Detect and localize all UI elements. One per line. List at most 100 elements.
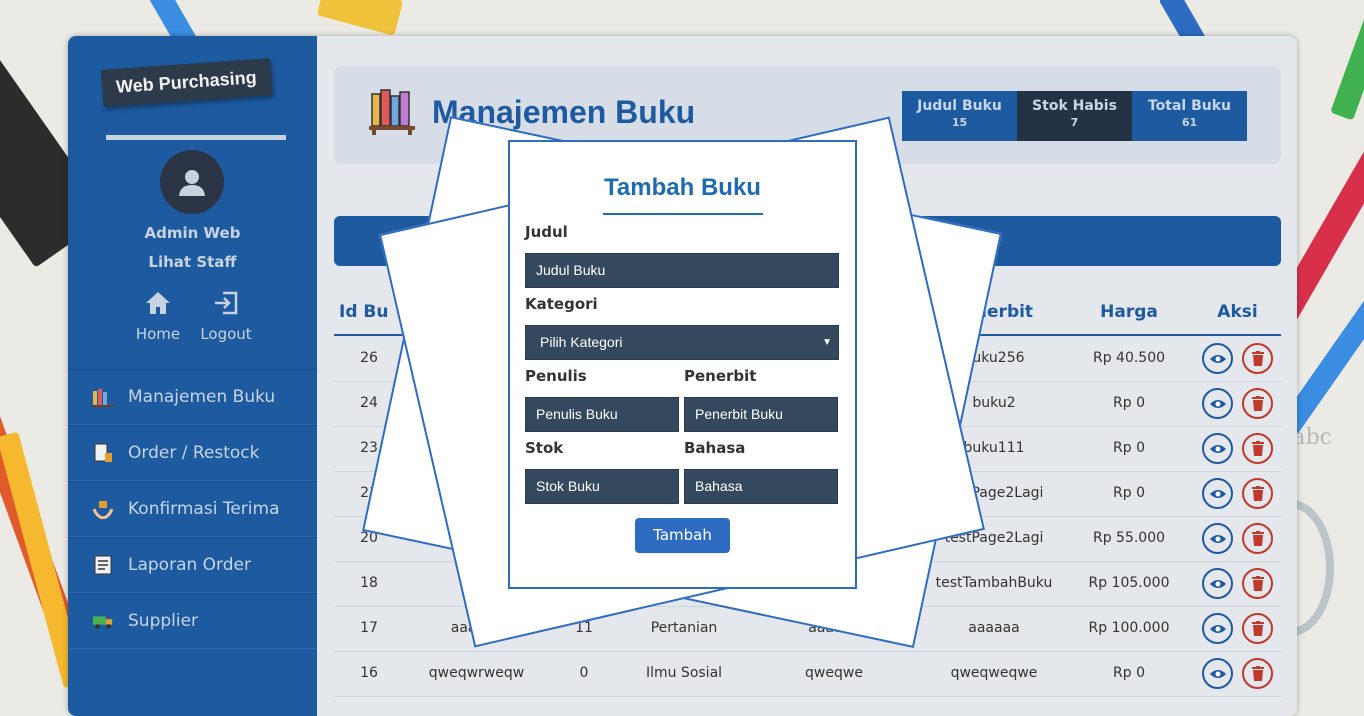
view-button[interactable] xyxy=(1202,433,1233,464)
trash-icon xyxy=(1251,441,1264,456)
stok-label: Stok xyxy=(525,439,564,457)
trash-icon xyxy=(1251,531,1264,546)
hand-box-icon xyxy=(92,498,114,520)
view-button[interactable] xyxy=(1202,568,1233,599)
cell-harga: Rp 0 xyxy=(1113,485,1145,501)
delete-button[interactable] xyxy=(1242,343,1273,374)
eye-icon xyxy=(1209,534,1226,543)
sidebar-item-order-restock[interactable]: Order / Restock xyxy=(68,425,317,481)
view-button[interactable] xyxy=(1202,343,1233,374)
stat-label: Judul Buku xyxy=(917,98,1002,114)
cell-harga: Rp 0 xyxy=(1113,395,1145,411)
cell-kategori: Pertanian xyxy=(650,620,718,636)
cell-harga: Rp 105.000 xyxy=(1088,575,1170,591)
delete-button[interactable] xyxy=(1242,433,1273,464)
kategori-select[interactable]: Pilih Kategori ▼ xyxy=(525,325,839,360)
cell-id: 17 xyxy=(360,620,378,636)
cell-harga: Rp 100.000 xyxy=(1088,620,1170,636)
delete-button[interactable] xyxy=(1242,568,1273,599)
sidebar-item-label: Laporan Order xyxy=(128,555,251,575)
cell-harga: Rp 0 xyxy=(1113,665,1145,681)
bahasa-input[interactable]: Bahasa xyxy=(684,469,838,504)
books-icon xyxy=(92,386,114,408)
eye-icon xyxy=(1209,579,1226,588)
view-button[interactable] xyxy=(1202,613,1233,644)
brand-logo: Web Purchasing xyxy=(100,58,272,107)
kategori-selected-value: Pilih Kategori xyxy=(540,334,623,350)
stok-input[interactable]: Stok Buku xyxy=(525,469,679,504)
sidebar-item-konfirmasi-terima[interactable]: Konfirmasi Terima xyxy=(68,481,317,537)
background-text: abc xyxy=(1292,425,1332,450)
cell-harga: Rp 0 xyxy=(1113,440,1145,456)
eye-icon xyxy=(1209,489,1226,498)
delete-button[interactable] xyxy=(1242,523,1273,554)
trash-icon xyxy=(1251,486,1264,501)
column-header-aksi: Aksi xyxy=(1217,302,1258,322)
judul-label: Judul xyxy=(525,223,568,241)
penulis-input[interactable]: Penulis Buku xyxy=(525,397,679,432)
stat-total-buku: Total Buku 61 xyxy=(1132,91,1247,141)
title-underline xyxy=(603,213,763,215)
table-row: 16 qweqwrweqw 0 Ilmu Sosial qweqwe qweqweqwe R… xyxy=(334,651,1281,697)
cell-id: 16 xyxy=(360,665,378,681)
trash-icon xyxy=(1251,621,1264,636)
delete-button[interactable] xyxy=(1242,658,1273,689)
view-button[interactable] xyxy=(1202,523,1233,554)
view-button[interactable] xyxy=(1202,478,1233,509)
sidebar-item-label: Konfirmasi Terima xyxy=(128,499,280,519)
user-icon xyxy=(179,170,205,196)
eye-icon xyxy=(1209,669,1226,678)
cell-judul: qweqwrweqw xyxy=(428,665,525,681)
truck-icon xyxy=(92,610,114,632)
trash-icon xyxy=(1251,396,1264,411)
order-icon xyxy=(92,442,114,464)
books-icon xyxy=(369,89,415,135)
cell-penulis: qweqwe xyxy=(805,665,863,681)
cell-harga: Rp 55.000 xyxy=(1092,530,1166,546)
view-button[interactable] xyxy=(1202,388,1233,419)
column-header-id: Id Bu xyxy=(339,302,389,322)
logout-button[interactable]: Logout xyxy=(186,291,266,343)
user-name: Admin Web xyxy=(144,224,241,242)
tambah-button[interactable]: Tambah xyxy=(635,518,730,553)
judul-input[interactable]: Judul Buku xyxy=(525,253,839,288)
stat-value: 7 xyxy=(1070,116,1079,129)
brand-divider xyxy=(106,135,286,140)
sidebar-item-label: Supplier xyxy=(128,611,199,631)
report-icon xyxy=(92,554,114,576)
kategori-label: Kategori xyxy=(525,295,598,313)
eye-icon xyxy=(1209,444,1226,453)
sidebar-item-label: Order / Restock xyxy=(128,443,260,463)
user-role-link[interactable]: Lihat Staff xyxy=(68,253,317,271)
trash-icon xyxy=(1251,666,1264,681)
cell-penerbit: aaaaaa xyxy=(968,620,1020,636)
chevron-down-icon: ▼ xyxy=(822,337,832,348)
sidebar-item-supplier[interactable]: Supplier xyxy=(68,593,317,649)
cell-id: 18 xyxy=(360,575,378,591)
delete-button[interactable] xyxy=(1242,388,1273,419)
delete-button[interactable] xyxy=(1242,478,1273,509)
eye-icon xyxy=(1209,399,1226,408)
stat-label: Total Buku xyxy=(1147,98,1232,114)
sidebar: Web Purchasing Admin Web Lihat Staff Hom… xyxy=(68,36,317,716)
delete-button[interactable] xyxy=(1242,613,1273,644)
modal-title: Tambah Buku xyxy=(604,174,761,201)
stat-value: 15 xyxy=(951,116,968,129)
column-header-harga: Harga xyxy=(1100,302,1158,322)
stat-stok-habis: Stok Habis 7 xyxy=(1017,91,1132,141)
cell-penerbit: testTambahBuku xyxy=(935,575,1053,591)
sidebar-menu: Manajemen Buku Order / Restock Konfirmas… xyxy=(68,369,317,649)
stat-judul-buku: Judul Buku 15 xyxy=(902,91,1017,141)
sidebar-item-laporan-order[interactable]: Laporan Order xyxy=(68,537,317,593)
eye-icon xyxy=(1209,354,1226,363)
cell-id: 26 xyxy=(360,350,378,366)
penerbit-input[interactable]: Penerbit Buku xyxy=(684,397,838,432)
cell-penerbit: qweqweqwe xyxy=(950,665,1038,681)
tambah-buku-modal: Tambah Buku Judul Judul Buku Kategori Pi… xyxy=(508,140,857,589)
trash-icon xyxy=(1251,576,1264,591)
logout-label: Logout xyxy=(200,325,252,343)
sidebar-item-manajemen-buku[interactable]: Manajemen Buku xyxy=(68,369,317,425)
cell-kategori: Ilmu Sosial xyxy=(645,665,723,681)
penulis-label: Penulis xyxy=(525,367,587,385)
view-button[interactable] xyxy=(1202,658,1233,689)
